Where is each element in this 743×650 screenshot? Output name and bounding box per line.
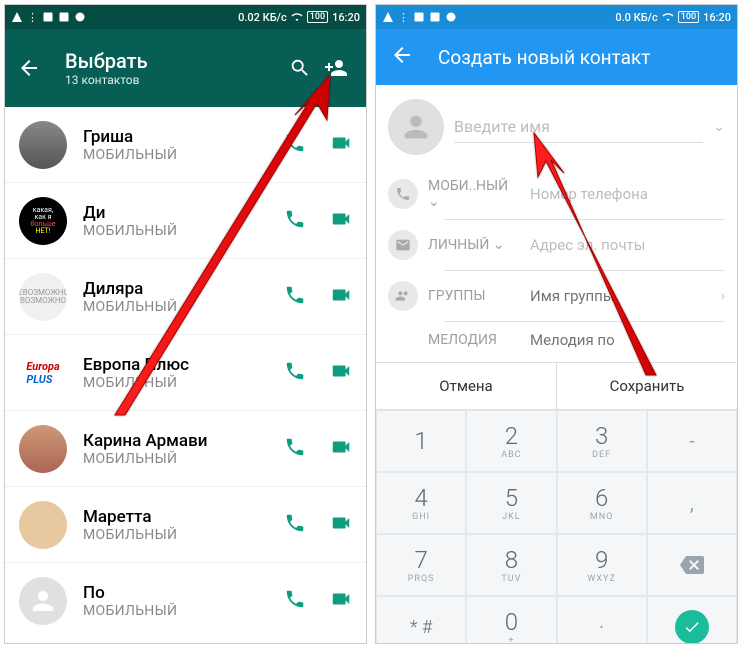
key-dash[interactable]: - [647,410,737,472]
contact-row[interactable]: Маретта МОБИЛЬНЫЙ [5,487,366,563]
video-icon[interactable] [330,132,352,158]
app-bar: Выбрать 13 контактов [5,29,366,107]
call-icon[interactable] [284,284,306,310]
key-3[interactable]: 3DEF [557,410,647,472]
expand-icon[interactable]: ⌄ [713,119,725,135]
data-rate: 0.0 КБ/с [615,11,657,24]
email-icon [388,230,418,260]
key-comma[interactable]: , [647,472,737,534]
avatar-placeholder[interactable] [388,99,444,155]
back-button[interactable] [390,43,414,71]
call-icon[interactable] [284,132,306,158]
avatar: какая,как ябольшеНЕТ! [19,197,67,245]
video-icon[interactable] [330,588,352,614]
app-bar: Создать новый контакт [376,29,737,85]
video-icon[interactable] [330,512,352,538]
search-button[interactable] [282,50,318,86]
call-icon[interactable] [284,588,306,614]
key-9[interactable]: 9WXYZ [557,534,647,596]
avatar: НЕВОЗМОЖНОЕВОЗМОЖНО [19,273,67,321]
call-icon[interactable] [284,512,306,538]
clock: 16:20 [703,11,731,24]
add-contact-button[interactable] [318,50,354,86]
groups-icon [388,281,418,311]
groups-input[interactable]: Имя группы [530,287,711,305]
chevron-right-icon: › [721,288,725,304]
video-icon[interactable] [330,436,352,462]
call-icon[interactable] [284,360,306,386]
key-0[interactable]: 0+ [466,596,556,644]
save-button[interactable]: Сохранить [557,363,737,409]
status-bar: ⋮ 0.02 КБ/с 100 16:20 [5,5,366,29]
call-icon[interactable] [284,436,306,462]
email-input[interactable]: Адрес эл. почты [530,236,725,254]
key-1[interactable]: 1 [376,410,466,472]
key-4[interactable]: 4GHI [376,472,466,534]
page-subtitle: 13 контактов [65,73,282,87]
contact-row[interactable]: Карина Армави МОБИЛЬНЫЙ [5,411,366,487]
clock: 16:20 [332,11,360,24]
contact-row[interactable]: По МОБИЛЬНЫЙ [5,563,366,639]
key-8[interactable]: 8TUV [466,534,556,596]
avatar [19,121,67,169]
video-icon[interactable] [330,208,352,234]
contact-form: Введите имя ⌄ МОБИ..НЫЙ ⌄ Номер телефона… [376,85,737,358]
contact-list[interactable]: Гриша МОБИЛЬНЫЙ какая,как ябольшеНЕТ! Ди… [5,107,366,639]
phone-input[interactable]: Номер телефона [530,185,725,203]
key-7[interactable]: 7PRQS [376,534,466,596]
cancel-button[interactable]: Отмена [376,363,557,409]
avatar [19,425,67,473]
key-symbols[interactable]: * # [376,596,466,644]
key-2[interactable]: 2ABC [466,410,556,472]
phone-icon [388,179,418,209]
key-backspace[interactable] [647,534,737,596]
contact-row[interactable]: Гриша МОБИЛЬНЫЙ [5,107,366,183]
key-done[interactable] [647,596,737,644]
avatar [19,577,67,625]
call-icon[interactable] [284,208,306,234]
create-contact-screen: ⋮ 0.0 КБ/с 100 16:20 Создать новый конта… [375,4,738,644]
ringtone-input[interactable]: Мелодия по [530,331,725,349]
page-title: Создать новый контакт [438,46,650,69]
status-bar: ⋮ 0.0 КБ/с 100 16:20 [376,5,737,29]
back-button[interactable] [17,56,41,80]
phone-type-dropdown[interactable]: МОБИ..НЫЙ ⌄ [428,178,520,210]
avatar: EuropaPLUS [19,349,67,397]
video-icon[interactable] [330,284,352,310]
contact-row[interactable]: какая,как ябольшеНЕТ! Ди МОБИЛЬНЫЙ [5,183,366,259]
avatar [19,501,67,549]
key-5[interactable]: 5JKL [466,472,556,534]
key-6[interactable]: 6MNO [557,472,647,534]
name-input[interactable]: Введите имя [454,111,703,143]
video-icon[interactable] [330,360,352,386]
data-rate: 0.02 КБ/с [238,11,287,24]
contact-row[interactable]: EuropaPLUS Европа Плюс МОБИЛЬНЫЙ [5,335,366,411]
numeric-keypad: 1 2ABC 3DEF - 4GHI 5JKL 6MNO , 7PRQS 8TU… [376,410,737,644]
whatsapp-select-screen: ⋮ 0.02 КБ/с 100 16:20 Выбрать 13 контакт… [4,4,367,644]
key-dot[interactable]: · [557,596,647,644]
contact-row[interactable]: НЕВОЗМОЖНОЕВОЗМОЖНО Диляра МОБИЛЬНЫЙ [5,259,366,335]
email-type-dropdown[interactable]: ЛИЧНЫЙ ⌄ [428,237,520,253]
page-title: Выбрать [65,49,282,73]
